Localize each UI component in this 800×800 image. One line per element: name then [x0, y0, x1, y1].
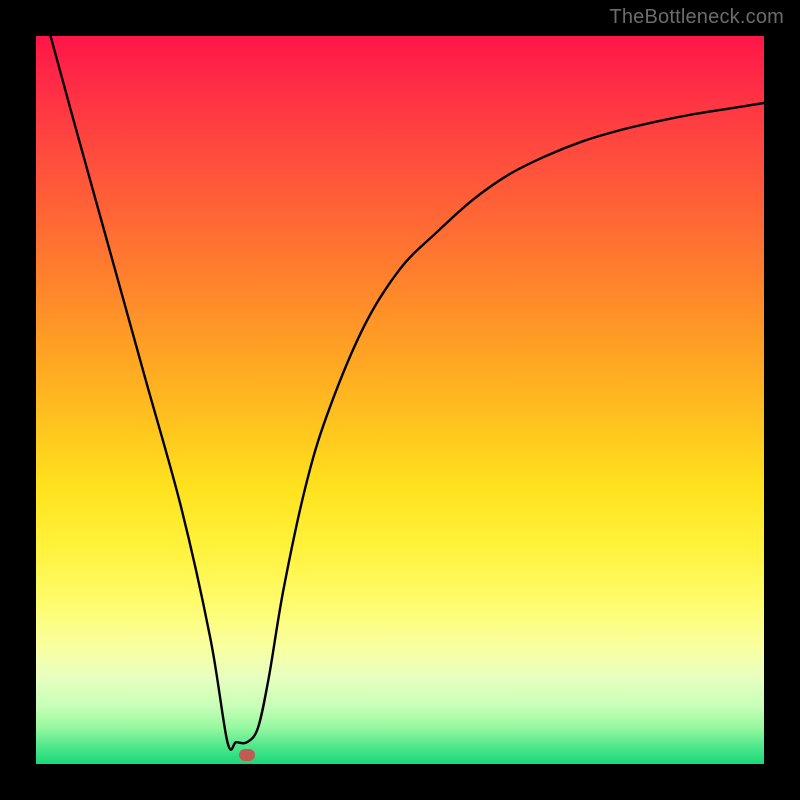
- chart-frame: TheBottleneck.com: [0, 0, 800, 800]
- bottleneck-curve: [36, 36, 764, 764]
- watermark-text: TheBottleneck.com: [609, 6, 784, 29]
- plot-area: [36, 36, 764, 764]
- optimum-marker: [239, 749, 255, 761]
